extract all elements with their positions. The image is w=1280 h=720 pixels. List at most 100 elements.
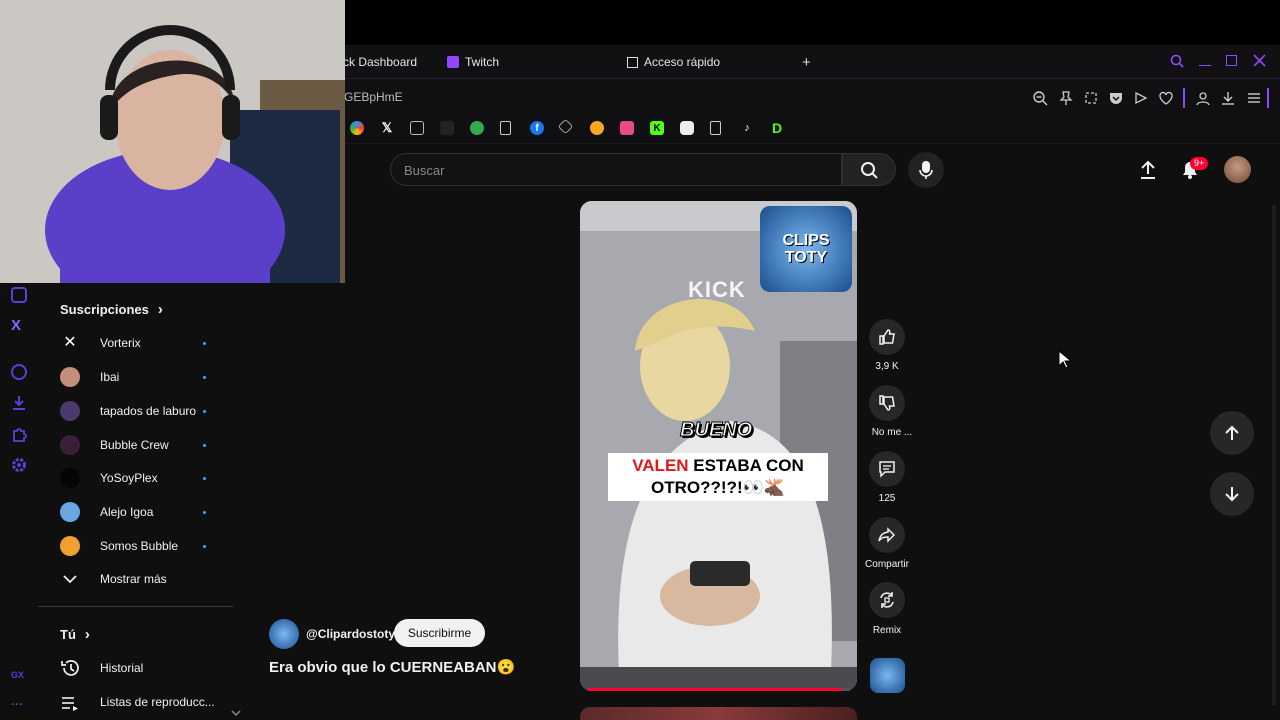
download-icon[interactable]: [1220, 90, 1236, 106]
previous-short-button[interactable]: [1210, 411, 1254, 455]
caption-box: VALEN ESTABA CON OTRO??!?!👀🫎: [608, 453, 828, 501]
bookmark-game-icon[interactable]: [680, 121, 694, 135]
x-icon[interactable]: X: [11, 317, 27, 334]
close-icon[interactable]: [1253, 54, 1266, 67]
bookmark-tiktok-icon[interactable]: ♪: [740, 121, 754, 135]
account-icon[interactable]: [1195, 90, 1211, 106]
dislike-button[interactable]: [869, 385, 905, 421]
grid-icon: [627, 56, 638, 68]
show-more-button[interactable]: Mostrar más: [100, 568, 167, 590]
page-scrollbar[interactable]: [1272, 205, 1276, 705]
search-icon[interactable]: [1170, 54, 1184, 68]
pin-icon[interactable]: [1058, 90, 1074, 106]
search-button[interactable]: [842, 153, 896, 186]
dislike-label: No me ...: [871, 427, 913, 438]
share-button[interactable]: [869, 517, 905, 553]
bookmark-x-icon[interactable]: 𝕏: [380, 120, 394, 135]
sidebar-item-alejo-igoa[interactable]: Alejo Igoa: [100, 501, 153, 523]
tab-acceso-rapido[interactable]: Acceso rápido: [627, 54, 720, 70]
search-icon: [861, 162, 878, 179]
zoom-out-icon[interactable]: [1032, 90, 1048, 106]
video-progress-track[interactable]: [588, 688, 850, 691]
new-content-dot: [203, 376, 206, 379]
new-content-dot: [203, 477, 206, 480]
remix-button[interactable]: [869, 582, 905, 618]
search-input[interactable]: Buscar: [390, 153, 842, 186]
tab-twitch[interactable]: Twitch: [447, 54, 499, 70]
bookmark-image-icon[interactable]: [410, 121, 424, 135]
bookmark-dark-icon[interactable]: [440, 121, 454, 135]
minimize-icon[interactable]: [1199, 54, 1211, 66]
thumbs-up-icon: [879, 329, 895, 345]
like-count: 3,9 K: [875, 361, 899, 372]
arrow-down-icon: [1225, 487, 1239, 502]
you-title: Tú: [60, 627, 76, 642]
sidebar-item-ibai[interactable]: Ibai: [100, 366, 119, 388]
twitch-icon: [447, 56, 459, 68]
short-title: Era obvio que lo CUERNEABAN😮: [269, 659, 516, 676]
thumbs-down-icon: [879, 395, 895, 411]
sidebar-divider: [38, 606, 233, 607]
you-section-header[interactable]: Tú ›: [60, 626, 90, 643]
bookmark-pink-icon[interactable]: [620, 121, 634, 135]
caption-line-3: OTRO??!?!👀🫎: [651, 478, 785, 497]
bookmark-document-icon[interactable]: [710, 121, 721, 135]
voice-search-button[interactable]: [908, 152, 944, 188]
heart-icon[interactable]: [1158, 90, 1174, 106]
subscribe-button[interactable]: Suscribirme: [394, 619, 485, 647]
sound-source-thumbnail[interactable]: [870, 658, 905, 693]
upload-icon[interactable]: [1139, 160, 1157, 180]
bookmark-document-icon[interactable]: [500, 121, 511, 135]
caption-rest: ESTABA CON: [688, 456, 804, 475]
sidebar-item-yosoyplex[interactable]: YoSoyPlex: [100, 467, 158, 489]
subscriptions-title: Suscripciones: [60, 302, 149, 317]
tab-kick-dashboard[interactable]: ck Dashboard: [343, 54, 417, 70]
channel-handle[interactable]: @Clipardostoty: [306, 627, 395, 641]
instagram-icon[interactable]: [11, 287, 27, 303]
restore-icon[interactable]: [1226, 55, 1237, 66]
screenshot-icon[interactable]: [1083, 90, 1099, 106]
url-text[interactable]: GEBpHmE: [344, 90, 403, 104]
scroll-down-icon[interactable]: [231, 710, 241, 718]
subscriptions-header[interactable]: Suscripciones ›: [60, 301, 163, 318]
bookmark-facebook-icon[interactable]: f: [530, 121, 544, 135]
more-icon[interactable]: ···: [11, 697, 27, 713]
browser-side-rail: [0, 283, 38, 720]
channel-avatar[interactable]: [269, 619, 299, 649]
new-tab-button[interactable]: +: [802, 54, 811, 71]
share-icon: [878, 527, 896, 543]
menu-icon[interactable]: [1246, 90, 1262, 106]
sidebar-item-somos-bubble[interactable]: Somos Bubble: [100, 535, 178, 557]
like-button[interactable]: [869, 319, 905, 355]
sidebar-item-historial[interactable]: Historial: [100, 657, 143, 679]
vorterix-avatar: ✕: [63, 334, 77, 351]
sidebar-item-bubble-crew[interactable]: Bubble Crew: [100, 434, 169, 456]
download-icon[interactable]: [11, 395, 27, 411]
notifications-badge: 9+: [1190, 157, 1209, 170]
bookmark-green-icon[interactable]: [470, 121, 484, 135]
clips-toty-logo: CLIPS TOTY: [760, 206, 852, 292]
ibai-avatar: [60, 367, 80, 387]
bookmark-d-icon[interactable]: D: [770, 120, 784, 136]
send-icon[interactable]: [1133, 90, 1149, 106]
next-short-button[interactable]: [1210, 472, 1254, 516]
bookmark-copilot-icon[interactable]: [350, 121, 364, 135]
bookmark-orange-icon[interactable]: [590, 121, 604, 135]
bookmark-kick-icon[interactable]: K: [650, 121, 664, 135]
tapados-avatar: [60, 401, 80, 421]
chevron-down-icon: [63, 575, 77, 584]
extensions-icon[interactable]: [11, 426, 27, 442]
sidebar-item-vorterix[interactable]: Vorterix: [100, 332, 141, 354]
short-video-player[interactable]: KICK CLIPS TOTY BUENO VALEN ESTABA CON O…: [580, 201, 857, 691]
sidebar-item-playlists[interactable]: Listas de reproducc...: [100, 691, 215, 713]
history-icon[interactable]: [11, 364, 27, 380]
new-content-dot: [203, 410, 206, 413]
next-short-preview[interactable]: [580, 707, 857, 720]
user-avatar[interactable]: [1224, 156, 1251, 183]
comments-button[interactable]: [869, 451, 905, 487]
gx-icon[interactable]: GX: [11, 670, 31, 686]
settings-gear-icon[interactable]: [11, 457, 27, 473]
pocket-icon[interactable]: [1108, 90, 1124, 106]
sidebar-item-tapados-de-laburo[interactable]: tapados de laburo: [100, 400, 196, 422]
tab-label: Acceso rápido: [644, 55, 721, 69]
